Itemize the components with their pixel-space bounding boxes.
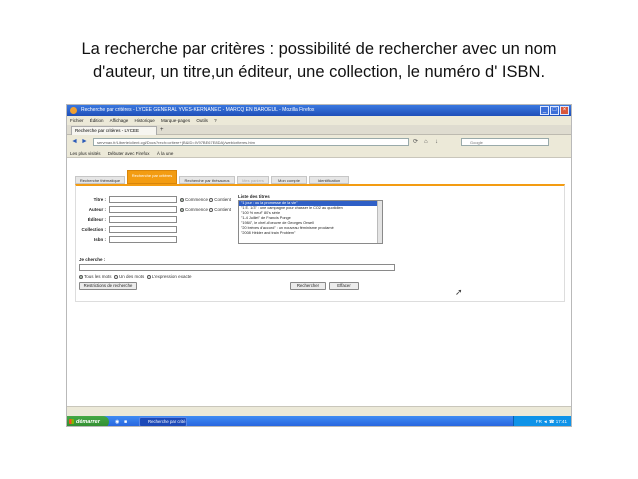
title-contient-radio[interactable]: [209, 198, 214, 202]
bookmarks-toolbar: Les plus visités Débuter avec Firefox À …: [67, 149, 571, 158]
je-cherche-input[interactable]: [79, 264, 395, 271]
criteria-form-panel: Titre : Commence Contient Auteur : Comme…: [75, 184, 565, 302]
caption-line-2: d'auteur, un titre,un éditeur, une colle…: [92, 63, 546, 81]
system-tray: FR ◄ ☎ 17:41: [513, 416, 571, 426]
start-label: démarrer: [76, 419, 100, 425]
title-contient-label: Contient: [214, 197, 232, 202]
window-title: Recherche par critères - LYCEE GENERAL Y…: [81, 107, 315, 113]
titles-listbox[interactable]: "1 jour : ou la promesse de la vie" "1 E…: [238, 200, 383, 244]
restrictions-button[interactable]: Restrictions de recherche: [79, 282, 137, 290]
windows-flag-icon: [69, 419, 74, 424]
bookmark-a-la-une[interactable]: À la une: [157, 151, 174, 156]
navigation-bar: ◄ ► servmax.fr/Liberte/client.cgi/Docs?r…: [67, 135, 571, 149]
browser-tab-bar: Recherche par critères - LYCEE GENERAL Y…: [67, 125, 571, 141]
expression-exacte-label: L'expression exacte: [151, 274, 192, 279]
expression-exacte-radio[interactable]: [146, 275, 151, 279]
minimize-button[interactable]: _: [540, 106, 549, 115]
titles-list-heading: Liste des titres: [238, 194, 270, 199]
author-commence-radio[interactable]: [180, 208, 184, 212]
new-tab-button[interactable]: +: [160, 126, 164, 134]
windows-taskbar: démarrer ◉ ■ Recherche par critè... FR ◄…: [67, 416, 571, 426]
tous-les-mots-label: Tous les mots: [84, 274, 112, 279]
close-button[interactable]: ×: [560, 106, 569, 115]
taskbar-firefox-item[interactable]: Recherche par critè...: [139, 417, 187, 426]
bookmark-debuter[interactable]: Débuter avec Firefox: [108, 151, 150, 156]
browser-screenshot: Recherche par critères - LYCEE GENERAL Y…: [66, 104, 572, 427]
author-contient-label: Contient: [214, 207, 232, 212]
download-icon[interactable]: ↓: [435, 138, 438, 146]
title-commence-radio[interactable]: [180, 198, 184, 202]
reload-icon[interactable]: ⟳: [413, 138, 418, 146]
listbox-scrollbar[interactable]: [377, 201, 382, 243]
author-label: Auteur :: [88, 207, 106, 212]
quicklaunch-desktop-icon[interactable]: ■: [124, 419, 127, 425]
title-commence-label: Commence: [185, 197, 209, 202]
title-match-radios: Commence Contient: [180, 196, 231, 203]
firefox-icon: [70, 107, 77, 114]
back-arrow-icon[interactable]: ◄: [71, 138, 78, 146]
menu-edition[interactable]: Édition: [90, 118, 104, 123]
window-controls: _ □ ×: [540, 106, 569, 115]
un-des-mots-radio[interactable]: [114, 275, 119, 279]
caption-line-1: La recherche par critères : possibilité …: [81, 40, 557, 58]
menu-fichier[interactable]: Fichier: [70, 118, 84, 123]
menu-aide[interactable]: ?: [214, 118, 217, 123]
un-des-mots-label: Un des mots: [119, 274, 145, 279]
tab-identification[interactable]: Identification: [309, 176, 349, 184]
author-contient-radio[interactable]: [209, 208, 214, 212]
slide-caption: La recherche par critères : possibilité …: [0, 38, 638, 84]
collection-input[interactable]: [109, 226, 177, 233]
je-cherche-label: Je cherche :: [79, 257, 106, 262]
maximize-button[interactable]: □: [550, 106, 559, 115]
menu-affichage[interactable]: Affichage: [110, 118, 129, 123]
isbn-label: Isbn :: [94, 237, 106, 242]
tab-recherche-thematique[interactable]: Recherche thématique: [75, 176, 125, 184]
author-commence-label: Commence: [185, 207, 209, 212]
author-input[interactable]: [109, 206, 177, 213]
browser-tab[interactable]: Recherche par critères - LYCEE GENERAL Y…: [71, 126, 157, 141]
status-bar: [67, 406, 571, 416]
tab-mes-paniers[interactable]: Mes paniers: [237, 176, 269, 184]
window-titlebar: Recherche par critères - LYCEE GENERAL Y…: [67, 105, 571, 116]
page-content: Recherche thématique Recherche par critè…: [67, 158, 571, 406]
url-bar[interactable]: servmax.fr/Liberte/client.cgi/Docs?rech=…: [93, 138, 409, 146]
editor-label: Éditeur :: [87, 217, 106, 222]
collection-label: Collection :: [81, 227, 107, 232]
editor-input[interactable]: [109, 216, 177, 223]
list-item[interactable]: "2008 Hélder and train Problem": [239, 231, 382, 236]
search-input[interactable]: Google: [461, 138, 549, 146]
title-input[interactable]: [109, 196, 177, 203]
mouse-cursor-icon: ➚: [455, 287, 463, 297]
effacer-button[interactable]: Effacer: [329, 282, 359, 290]
tab-mon-compte[interactable]: Mon compte: [271, 176, 307, 184]
menu-outils[interactable]: Outils: [196, 118, 208, 123]
quicklaunch-ie-icon[interactable]: ◉: [115, 419, 119, 425]
rechercher-button[interactable]: Rechercher: [290, 282, 326, 290]
tab-recherche-criteres[interactable]: Recherche par critères: [127, 170, 177, 184]
tous-les-mots-radio[interactable]: [79, 275, 83, 279]
menu-historique[interactable]: Historique: [135, 118, 155, 123]
tab-recherche-thesaurus[interactable]: Recherche par thésaurus: [179, 176, 235, 184]
menu-bar: Fichier Édition Affichage Historique Mar…: [67, 116, 571, 125]
start-button[interactable]: démarrer: [67, 416, 109, 426]
author-match-radios: Commence Contient: [180, 206, 231, 213]
home-icon[interactable]: ⌂: [424, 138, 428, 146]
menu-marque-pages[interactable]: Marque-pages: [161, 118, 190, 123]
forward-arrow-icon[interactable]: ►: [81, 138, 88, 146]
word-options: Tous les mots Un des mots L'expression e…: [79, 273, 191, 280]
title-label: Titre :: [93, 197, 106, 202]
isbn-input[interactable]: [109, 236, 177, 243]
bookmark-plus-visites[interactable]: Les plus visités: [70, 151, 101, 156]
